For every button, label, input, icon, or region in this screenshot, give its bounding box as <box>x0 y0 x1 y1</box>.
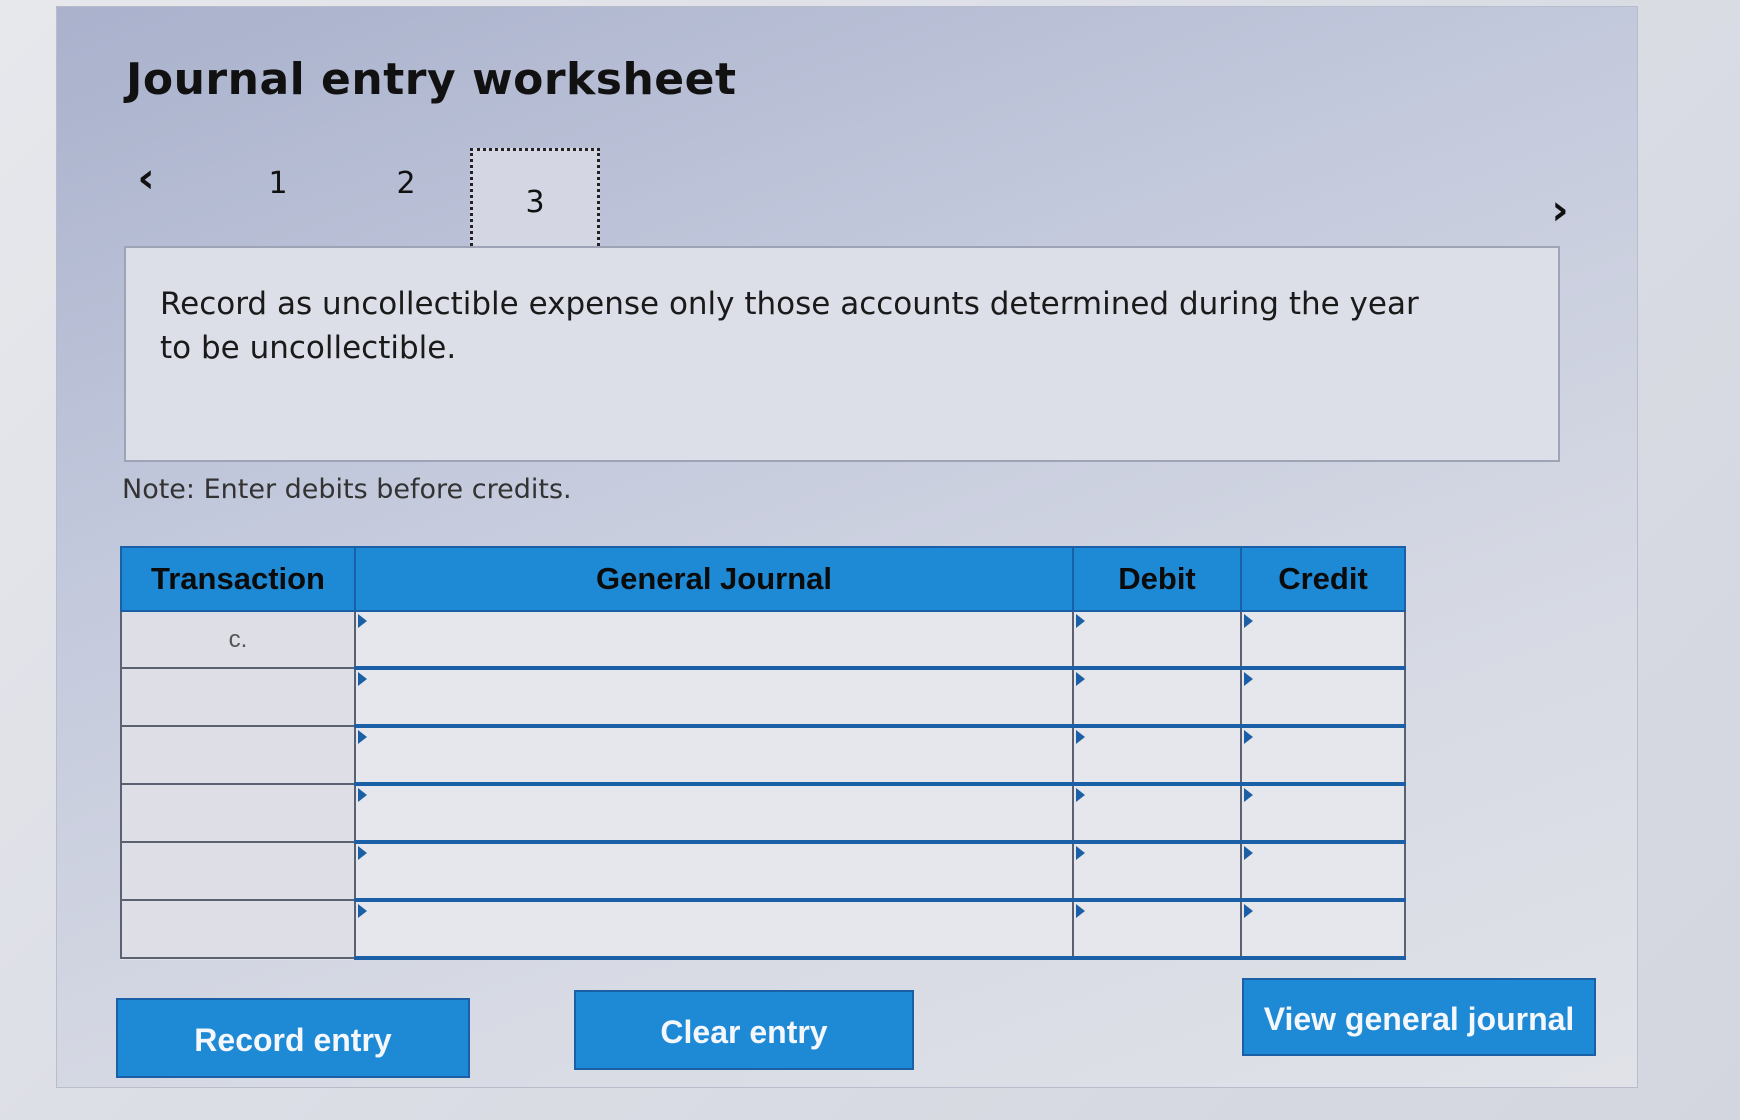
credit-input[interactable] <box>1240 610 1406 670</box>
transaction-cell <box>120 841 356 901</box>
debit-input[interactable] <box>1072 899 1242 960</box>
dropdown-flag-icon <box>358 788 367 802</box>
instruction-box: Record as uncollectible expense only tho… <box>124 246 1560 462</box>
debit-input[interactable] <box>1072 841 1242 902</box>
page-title: Journal entry worksheet <box>126 54 737 105</box>
account-dropdown[interactable] <box>354 783 1074 844</box>
journal-entry-table: Transaction General Journal Debit Credit… <box>120 546 1406 960</box>
account-dropdown[interactable] <box>354 899 1074 960</box>
table-row <box>120 783 1406 844</box>
debit-input[interactable] <box>1072 667 1242 728</box>
transaction-cell <box>120 667 356 727</box>
credit-input[interactable] <box>1240 841 1406 902</box>
credit-input[interactable] <box>1240 899 1406 960</box>
dropdown-flag-icon <box>1076 614 1085 628</box>
dropdown-flag-icon <box>1076 672 1085 686</box>
dropdown-flag-icon <box>1244 846 1253 860</box>
debit-input[interactable] <box>1072 783 1242 844</box>
transaction-cell: c. <box>120 610 356 669</box>
dropdown-flag-icon <box>1076 730 1085 744</box>
account-dropdown[interactable] <box>354 841 1074 902</box>
dropdown-flag-icon <box>358 672 367 686</box>
header-general-journal: General Journal <box>354 546 1074 612</box>
step-tab-1[interactable]: 1 <box>258 166 298 201</box>
clear-entry-button[interactable]: Clear entry <box>574 990 914 1070</box>
chevron-left-icon[interactable]: ‹ <box>126 157 166 199</box>
dropdown-flag-icon <box>1244 788 1253 802</box>
dropdown-flag-icon <box>358 904 367 918</box>
record-entry-button[interactable]: Record entry <box>116 998 470 1078</box>
header-debit: Debit <box>1072 546 1242 612</box>
dropdown-flag-icon <box>358 846 367 860</box>
table-row <box>120 899 1406 960</box>
debit-input[interactable] <box>1072 610 1242 670</box>
credit-input[interactable] <box>1240 783 1406 844</box>
step-tab-2[interactable]: 2 <box>386 166 426 201</box>
account-dropdown[interactable] <box>354 667 1074 728</box>
credit-input[interactable] <box>1240 725 1406 786</box>
header-transaction: Transaction <box>120 546 356 612</box>
dropdown-flag-icon <box>1076 788 1085 802</box>
debit-input[interactable] <box>1072 725 1242 786</box>
chevron-right-icon[interactable]: › <box>1540 189 1580 231</box>
credit-input[interactable] <box>1240 667 1406 728</box>
dropdown-flag-icon <box>358 614 367 628</box>
dropdown-flag-icon <box>1244 730 1253 744</box>
table-row <box>120 667 1406 728</box>
view-general-journal-button[interactable]: View general journal <box>1242 978 1596 1056</box>
account-dropdown[interactable] <box>354 725 1074 786</box>
dropdown-flag-icon <box>1076 846 1085 860</box>
instruction-text: Record as uncollectible expense only tho… <box>160 286 1419 366</box>
note-text: Note: Enter debits before credits. <box>122 474 572 505</box>
dropdown-flag-icon <box>358 730 367 744</box>
table-row <box>120 841 1406 902</box>
dropdown-flag-icon <box>1244 904 1253 918</box>
table-row: c. <box>120 610 1406 670</box>
step-tab-3-active[interactable]: 3 <box>470 148 600 252</box>
transaction-cell <box>120 783 356 843</box>
dropdown-flag-icon <box>1244 614 1253 628</box>
transaction-cell <box>120 725 356 785</box>
dropdown-flag-icon <box>1076 904 1085 918</box>
table-header-row: Transaction General Journal Debit Credit <box>120 546 1406 612</box>
table-row <box>120 725 1406 786</box>
transaction-cell <box>120 899 356 959</box>
header-credit: Credit <box>1240 546 1406 612</box>
screen-background: Journal entry worksheet ‹ 1 2 3 › Record… <box>0 0 1740 1120</box>
account-dropdown[interactable] <box>354 610 1074 670</box>
dropdown-flag-icon <box>1244 672 1253 686</box>
